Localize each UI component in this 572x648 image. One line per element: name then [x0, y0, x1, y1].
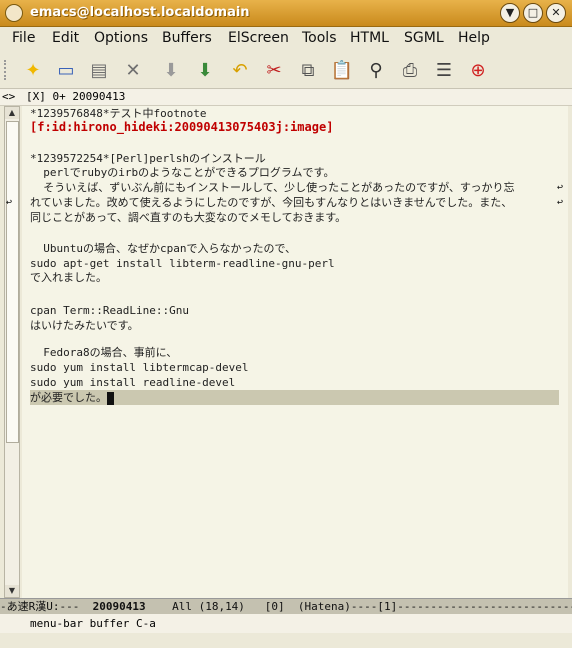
save-icon[interactable]: ▤	[86, 57, 112, 83]
minimize-button[interactable]: ▼	[500, 3, 520, 23]
line-wrap-icon: ↩	[557, 197, 564, 208]
search-icon[interactable]: ⚲	[363, 57, 389, 83]
text-cursor	[107, 391, 114, 405]
text-line: sudo yum install libtermcap-devel	[30, 361, 249, 374]
download-icon[interactable]: ⬇	[192, 57, 218, 83]
text-line: cpan Term::ReadLine::Gnu	[30, 304, 189, 317]
text-line: [f:id:hirono_hideki:20090413075403j:imag…	[30, 120, 334, 134]
close-buffer-icon[interactable]: ✕	[120, 57, 146, 83]
maximize-button[interactable]: □	[523, 3, 543, 23]
tab-scroll-arrows[interactable]: <>	[2, 90, 15, 103]
menu-tools[interactable]: Tools	[302, 30, 337, 46]
title-bar[interactable]: emacs@localhost.localdomain ▼ □ ✕	[0, 0, 572, 27]
scroll-up-icon[interactable]: ▲	[5, 107, 19, 119]
line-wrap-icon: ↩	[557, 182, 564, 193]
minibuffer-message: menu-bar buffer C-a	[30, 617, 156, 630]
text-line: Fedora8の場合、事前に、	[30, 346, 178, 359]
cut-icon[interactable]: ✂	[261, 57, 287, 83]
text-line: *1239576848*テスト中footnote	[30, 107, 207, 120]
text-line: そういえば、ずいぶん前にもインストールして、少し使ったことがあったのですが、すっ…	[30, 181, 515, 194]
menu-help[interactable]: Help	[458, 30, 490, 46]
text-line: sudo yum install readline-devel	[30, 376, 236, 389]
toolbar-grip-icon[interactable]	[4, 60, 10, 80]
text-line: 同じことがあって、調べ直すのも大変なのでメモしておきます。	[30, 211, 347, 224]
menu-html[interactable]: HTML	[350, 30, 389, 46]
menu-edit[interactable]: Edit	[52, 30, 79, 46]
emacs-app-icon[interactable]	[5, 4, 23, 22]
minibuffer[interactable]: menu-bar buffer C-a	[0, 614, 572, 633]
print-icon[interactable]: ⎙	[397, 57, 423, 83]
help-icon[interactable]: ⊕	[465, 57, 491, 83]
mode-line-status: All (18,14) [0] (Hatena)----[1]---------…	[145, 600, 572, 613]
mode-line: -あ速R漢U:--- 20090413 All (18,14) [0] (Hat…	[0, 598, 572, 614]
window-title: emacs@localhost.localdomain	[30, 5, 250, 20]
text-line: はいけたみたいです。	[30, 319, 139, 332]
tab-20090413[interactable]: [X] 0+ 20090413	[26, 90, 125, 103]
new-file-icon[interactable]: ✦	[20, 57, 46, 83]
undo-icon[interactable]: ↶	[227, 57, 253, 83]
menu-sgml[interactable]: SGML	[404, 30, 444, 46]
current-line: が必要でした。	[30, 390, 559, 405]
tool-bar: ✦ ▭ ▤ ✕ ⬇ ⬇ ↶ ✂ ⧉ 📋 ⚲ ⎙ ☰ ⊕	[0, 52, 572, 89]
line-wrap-icon: ↩	[6, 197, 13, 208]
save-as-icon[interactable]: ⬇	[158, 57, 184, 83]
menu-elscreen[interactable]: ElScreen	[228, 30, 289, 46]
menu-buffers[interactable]: Buffers	[162, 30, 212, 46]
close-window-button[interactable]: ✕	[546, 3, 566, 23]
paste-icon[interactable]: 📋	[329, 57, 355, 83]
open-folder-icon[interactable]: ▭	[53, 57, 79, 83]
editor-buffer[interactable]: *1239576848*テスト中footnote [f:id:hirono_hid…	[6, 106, 568, 598]
scroll-thumb[interactable]	[6, 121, 19, 443]
text-line: れていました。改めて使えるようにしたのですが、今回もすんなりとはいきませんでした…	[30, 196, 513, 209]
preferences-icon[interactable]: ☰	[431, 57, 457, 83]
mode-line-buffer-name: 20090413	[92, 600, 146, 613]
mode-line-prefix: -あ速R漢U:---	[0, 600, 93, 613]
scroll-down-icon[interactable]: ▼	[5, 585, 19, 597]
menu-file[interactable]: File	[12, 30, 35, 46]
text-line: で入れました。	[30, 271, 107, 284]
copy-icon[interactable]: ⧉	[295, 57, 321, 83]
menu-options[interactable]: Options	[94, 30, 148, 46]
text-line: *1239572254*[Perl]perlshのインストール	[30, 152, 266, 165]
vertical-scrollbar[interactable]: ▲ ▼	[4, 106, 20, 598]
text-line: Ubuntuの場合、なぜかcpanで入らなかったので、	[30, 242, 297, 255]
elscreen-tab-bar: <> [X] 0+ 20090413	[0, 89, 572, 106]
text-line: perlでrubyのirbのようなことができるプログラムです。	[30, 166, 335, 179]
menu-bar: File Edit Options Buffers ElScreen Tools…	[0, 27, 572, 51]
text-line: sudo apt-get install libterm-readline-gn…	[30, 257, 335, 270]
